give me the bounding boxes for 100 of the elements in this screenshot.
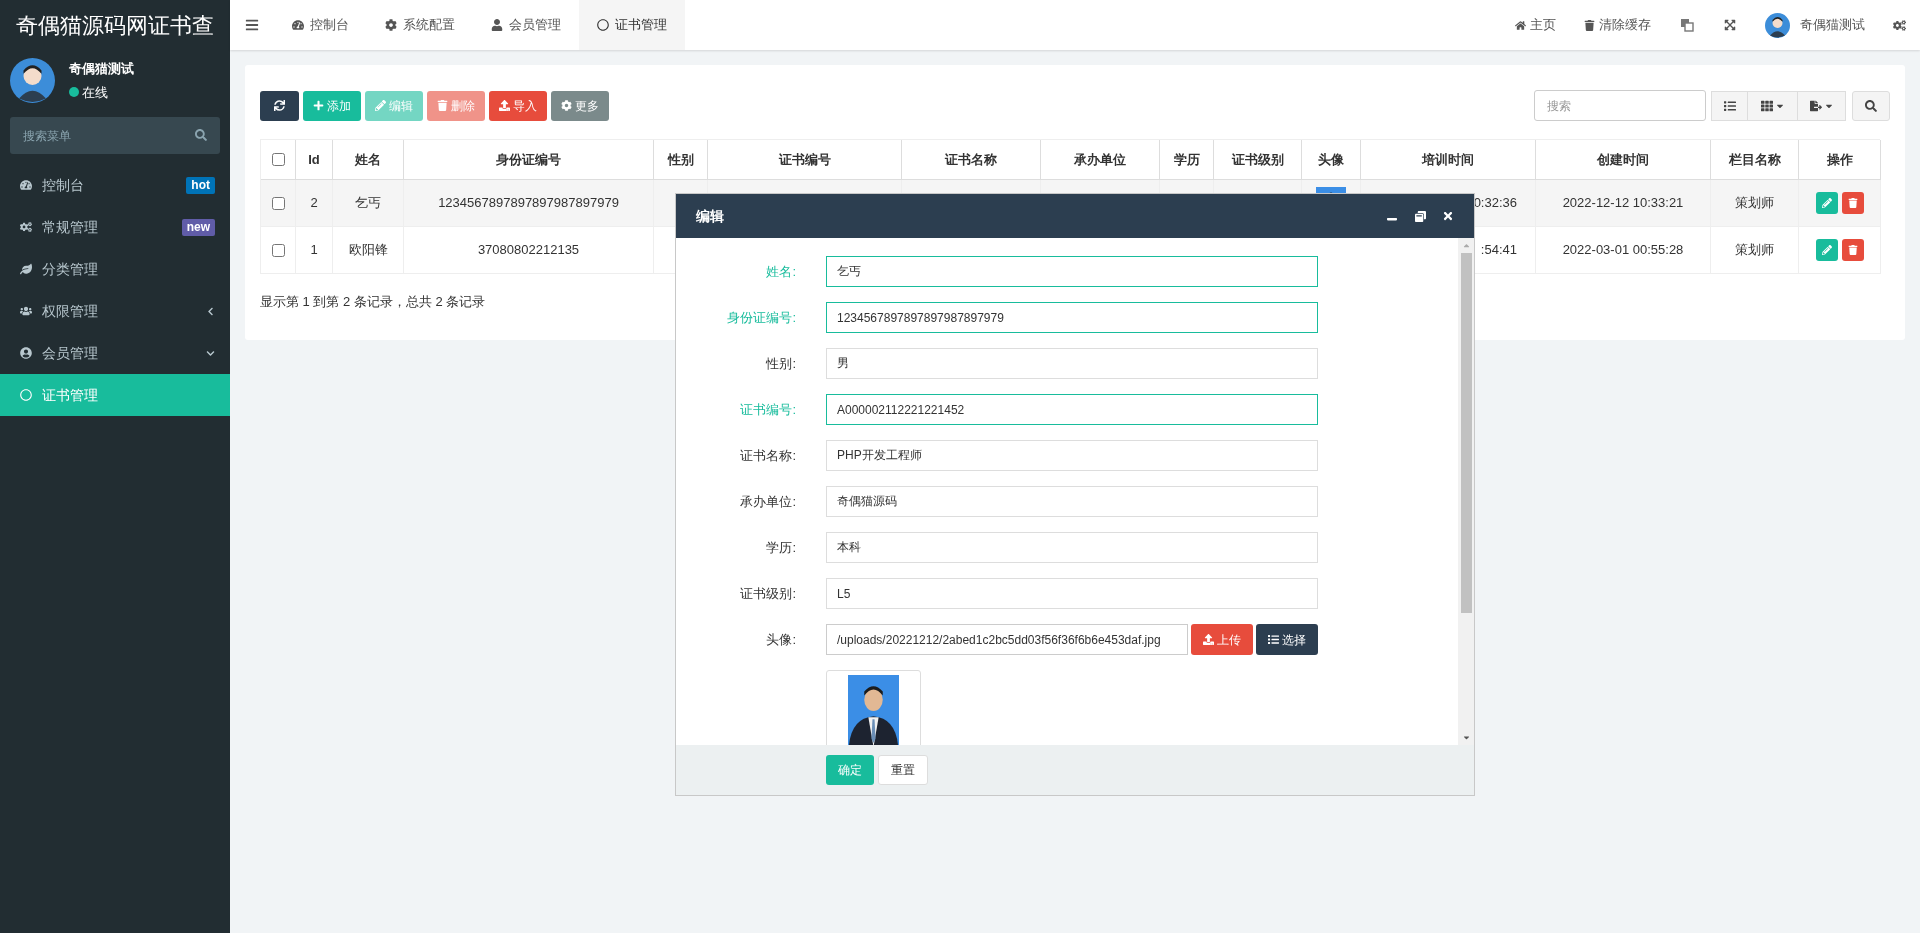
menu-item[interactable]: 会员管理 <box>0 332 230 374</box>
column-header: 承办单位 <box>1074 150 1126 169</box>
scrollbar[interactable] <box>1458 238 1474 745</box>
toolbar-button[interactable]: 更多 <box>551 90 609 121</box>
column-header: 创建时间 <box>1597 150 1649 169</box>
field-label: 身份证编号: <box>727 308 796 327</box>
menu-item[interactable]: 权限管理 <box>0 290 230 332</box>
table-search-field[interactable]: 搜索 <box>1534 90 1706 121</box>
choose-button[interactable]: 选择 <box>1256 624 1318 655</box>
pencil-icon <box>375 100 386 111</box>
field-label: 证书名称: <box>740 446 796 465</box>
field-label: 学历: <box>766 538 796 557</box>
select-all-checkbox[interactable] <box>271 153 285 166</box>
plus-icon <box>313 100 324 111</box>
delete-button[interactable] <box>1841 192 1864 214</box>
input-field[interactable]: /uploads/20221212/2abed1c2bc5dd03f56f36f6b6e453daf.jpg <box>826 624 1188 655</box>
trash-icon <box>437 100 448 111</box>
export-icon <box>1809 99 1822 112</box>
table-cell-text: 2022-03-01 00:55:28 <box>1562 241 1684 260</box>
trash-icon <box>1847 245 1858 255</box>
columns-dropdown-button[interactable] <box>1748 90 1798 121</box>
input-field[interactable]: 男 <box>826 348 1318 379</box>
input-field[interactable]: PHP开发工程师 <box>826 440 1318 471</box>
fullscreen-icon <box>1724 19 1736 31</box>
field-label: 姓名: <box>766 262 796 281</box>
table-cell-text: 2 <box>310 194 318 213</box>
input-field[interactable]: A000002112221221452 <box>826 394 1318 425</box>
user-avatar <box>10 58 55 103</box>
search-button[interactable] <box>1852 90 1890 121</box>
table-cell-text: 欧阳锋 <box>348 241 388 260</box>
upload-button[interactable]: 上传 <box>1191 624 1253 655</box>
menu-label: 会员管理 <box>42 343 99 363</box>
reset-button[interactable]: 重置 <box>878 755 928 785</box>
search-icon <box>195 129 207 141</box>
home-icon <box>1515 19 1526 31</box>
menu-label: 权限管理 <box>42 301 99 321</box>
table-cell-text: 1 <box>310 241 318 260</box>
column-header: 学历 <box>1173 150 1200 169</box>
top-user-name[interactable]: 奇偶猫测试 <box>1800 15 1865 35</box>
input-field[interactable]: 乞丐 <box>826 256 1318 287</box>
menu-icon <box>245 18 259 32</box>
pencil-icon <box>1821 198 1832 208</box>
input-field[interactable]: 1234567897897897987897979 <box>826 302 1318 333</box>
menu-label: 控制台 <box>42 175 85 195</box>
scroll-up-icon <box>1461 241 1471 250</box>
menu-label: 证书管理 <box>42 385 99 405</box>
toolbar-button[interactable]: 导入 <box>489 90 547 121</box>
close-icon[interactable] <box>1442 210 1454 222</box>
pagination-summary: 显示第 1 到第 2 条记录，总共 2 条记录 <box>260 294 486 309</box>
trash-icon <box>1847 198 1858 208</box>
column-header: 头像 <box>1318 150 1344 169</box>
menu-item[interactable]: 控制台 hot <box>0 164 230 206</box>
leaf-icon <box>20 263 32 275</box>
input-field[interactable]: 本科 <box>826 532 1318 563</box>
export-dropdown-button[interactable] <box>1798 90 1846 121</box>
table-cell-text: 2022-12-12 10:33:21 <box>1562 194 1684 213</box>
search-icon <box>1865 99 1877 112</box>
nav-tab[interactable]: 证书管理 <box>579 0 685 50</box>
list-icon <box>1268 634 1279 645</box>
top-link[interactable]: 主页 <box>1501 15 1570 35</box>
column-header: 姓名 <box>355 150 381 169</box>
top-link[interactable]: 清除缓存 <box>1570 15 1665 35</box>
translate-icon[interactable] <box>1680 18 1694 32</box>
column-header: 培训时间 <box>1422 150 1474 169</box>
nav-tab[interactable]: 会员管理 <box>473 0 579 50</box>
nav-tab[interactable]: 控制台 <box>274 0 367 50</box>
table-view-button[interactable] <box>1711 90 1748 121</box>
menu-search-field[interactable]: 搜索菜单 <box>10 117 220 154</box>
upload-icon <box>499 100 510 111</box>
user-avatar <box>1765 12 1790 38</box>
nav-tab[interactable]: 系统配置 <box>367 0 473 50</box>
menu-item[interactable]: 常规管理 new <box>0 206 230 248</box>
menu-label: 分类管理 <box>42 259 99 279</box>
row-checkbox[interactable] <box>271 196 285 210</box>
gauge-icon <box>292 19 304 31</box>
table-cell-text: 乞丐 <box>355 194 381 213</box>
column-header: 栏目名称 <box>1728 150 1781 169</box>
menu-item[interactable]: 分类管理 <box>0 248 230 290</box>
upload-icon <box>1203 634 1214 645</box>
input-field[interactable]: L5 <box>826 578 1318 609</box>
field-label: 证书级别: <box>740 584 796 603</box>
gears-icon <box>20 221 32 233</box>
column-header: 证书级别 <box>1231 150 1284 169</box>
delete-button[interactable] <box>1841 239 1864 261</box>
app-logo: 奇偶猫源码网证书查 <box>16 11 214 40</box>
field-label: 证书编号: <box>740 400 796 419</box>
restore-icon[interactable] <box>1415 210 1426 222</box>
gauge-icon <box>20 179 32 191</box>
dialog-title: 编辑 <box>696 206 724 226</box>
field-label: 承办单位: <box>740 492 796 511</box>
settings-icon <box>1893 18 1906 32</box>
table-cell-text: 1234567897897897987897979 <box>438 194 619 213</box>
column-header: 性别 <box>667 150 694 169</box>
column-header: 证书编号 <box>778 150 831 169</box>
row-checkbox[interactable] <box>271 243 285 257</box>
menu-badge: hot <box>186 176 215 194</box>
field-label: 性别: <box>766 354 796 373</box>
refresh-button[interactable] <box>260 90 299 121</box>
gear-icon <box>561 100 572 111</box>
input-field[interactable]: 奇偶猫源码 <box>826 486 1318 517</box>
